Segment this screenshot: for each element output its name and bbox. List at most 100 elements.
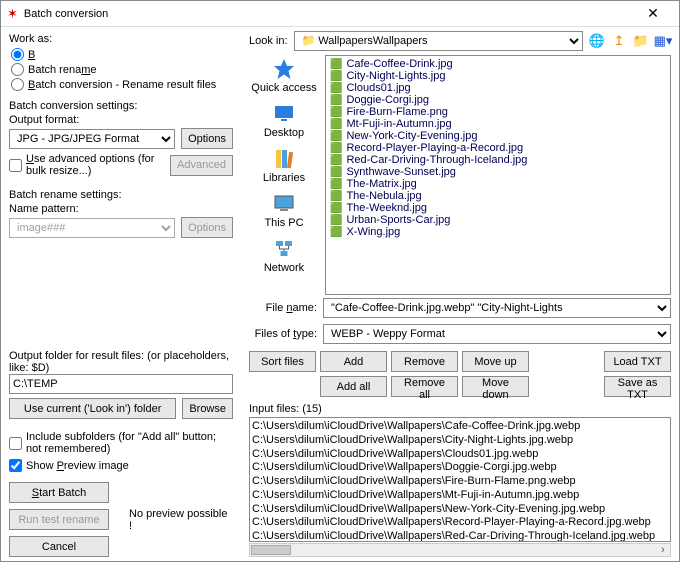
filetype-label: Files of type: [249,328,317,340]
radio-batch-rename[interactable] [11,63,24,76]
move-up-button[interactable]: Move up [462,351,529,372]
output-folder-label: Output folder for result files: (or plac… [9,350,233,374]
radio-batch-conv-rename[interactable] [11,78,24,91]
radio-batch-conversion[interactable] [11,48,24,61]
remove-button[interactable]: Remove [391,351,458,372]
bcs-label: Batch conversion settings: [9,100,233,112]
run-test-button[interactable]: Run test rename [9,509,109,530]
file-item[interactable]: 🟩The-Weeknd.jpg [328,202,668,214]
file-name: Record-Player-Playing-a-Record.jpg [346,142,523,154]
file-name: Red-Car-Driving-Through-Iceland.jpg [346,154,527,166]
file-name: Mt-Fuji-in-Autumn.jpg [346,118,451,130]
image-file-icon: 🟩 [330,191,342,202]
up-icon[interactable]: ↥ [611,33,627,49]
image-file-icon: 🟩 [330,227,342,238]
move-down-button[interactable]: Move down [462,376,529,397]
input-file-path[interactable]: C:\Users\dilum\iCloudDrive\Wallpapers\Do… [252,461,668,475]
file-name: The-Matrix.jpg [346,178,416,190]
browse-output-button[interactable]: Browse [182,398,233,419]
input-file-path[interactable]: C:\Users\dilum\iCloudDrive\Wallpapers\Ca… [252,420,668,434]
file-name: The-Weeknd.jpg [346,202,427,214]
file-item[interactable]: 🟩New-York-City-Evening.jpg [328,130,668,142]
image-file-icon: 🟩 [330,179,342,190]
place-quick-access[interactable]: Quick access [251,57,316,94]
view-menu-icon[interactable]: ▦▾ [655,33,671,49]
image-file-icon: 🟩 [330,71,342,82]
filename-label: File name: [249,302,317,314]
file-item[interactable]: 🟩 The-Nebula.jpg [328,190,668,202]
input-file-path[interactable]: C:\Users\dilum\iCloudDrive\Wallpapers\Re… [252,516,668,530]
add-all-button[interactable]: Add all [320,376,387,397]
titlebar: ✶ Batch conversion ✕ [1,1,679,27]
adv-options-label: Use advanced options (for bulk resize...… [26,153,164,177]
include-subfolders-check[interactable] [9,437,22,450]
file-item[interactable]: 🟩Clouds01.jpg [328,82,668,94]
file-name: The-Nebula.jpg [346,190,421,202]
show-preview-label: Show Preview image [26,460,129,472]
new-folder-icon[interactable]: 📁 [633,33,649,49]
window-title: Batch conversion [24,8,633,20]
advanced-button[interactable]: Advanced [170,155,233,176]
filename-input[interactable]: "Cafe-Coffee-Drink.jpg.webp" "City-Night… [323,298,671,318]
file-name: Fire-Burn-Flame.png [346,106,447,118]
add-button[interactable]: Add [320,351,387,372]
file-name: Urban-Sports-Car.jpg [346,214,450,226]
cancel-button[interactable]: Cancel [9,536,109,557]
file-item[interactable]: 🟩Doggie-Corgi.jpg [328,94,668,106]
place-network[interactable]: Network [264,237,304,274]
image-file-icon: 🟩 [330,107,342,118]
file-item[interactable]: 🟩Mt-Fuji-in-Autumn.jpg [328,118,668,130]
file-item[interactable]: 🟩Cafe-Coffee-Drink.jpg [328,58,668,70]
app-icon: ✶ [7,6,18,22]
output-folder-input[interactable] [9,374,233,394]
input-file-path[interactable]: C:\Users\dilum\iCloudDrive\Wallpapers\Mt… [252,489,668,503]
output-format-label: Output format: [9,114,233,126]
sort-files-button[interactable]: Sort files [249,351,316,372]
close-icon[interactable]: ✕ [633,5,673,22]
file-item[interactable]: 🟩 X-Wing.jpg [328,226,668,238]
place-libraries[interactable]: Libraries [263,147,305,184]
filetype-select[interactable]: WEBP - Weppy Format [323,324,671,344]
input-file-path[interactable]: C:\Users\dilum\iCloudDrive\Wallpapers\Ne… [252,503,668,517]
horizontal-scrollbar[interactable]: ‹› [249,543,671,557]
input-file-path[interactable]: C:\Users\dilum\iCloudDrive\Wallpapers\Cl… [252,448,668,462]
adv-options-check[interactable] [9,159,22,172]
file-item[interactable]: 🟩 Red-Car-Driving-Through-Iceland.jpg [328,154,668,166]
image-file-icon: 🟩 [330,131,342,142]
work-as-label: Work as: [9,33,233,45]
input-files-list[interactable]: C:\Users\dilum\iCloudDrive\Wallpapers\Ca… [249,417,671,542]
back-icon[interactable]: 🌐 [589,33,605,49]
radio-label: B [28,49,35,61]
lookin-select[interactable]: 📁 WallpapersWallpapers [294,31,583,51]
show-preview-check[interactable] [9,459,22,472]
remove-all-button[interactable]: Remove all [391,376,458,397]
file-list[interactable]: 🟩Cafe-Coffee-Drink.jpg🟩City-Night-Lights… [325,55,671,295]
image-file-icon: 🟩 [330,155,342,166]
file-name: Cafe-Coffee-Drink.jpg [346,58,452,70]
save-txt-button[interactable]: Save as TXT [604,376,671,397]
place-this-pc[interactable]: This PC [264,192,303,229]
place-desktop[interactable]: Desktop [264,102,304,139]
load-txt-button[interactable]: Load TXT [604,351,671,372]
image-file-icon: 🟩 [330,83,342,94]
file-item[interactable]: 🟩Synthwave-Sunset.jpg [328,166,668,178]
include-subfolders-label: Include subfolders (for "Add all" button… [26,431,233,455]
file-item[interactable]: 🟩 The-Matrix.jpg [328,178,668,190]
use-current-folder-button[interactable]: Use current ('Look in') folder [9,398,176,419]
file-name: City-Night-Lights.jpg [346,70,445,82]
brs-options-button[interactable]: Options [181,217,233,238]
output-format-select[interactable]: JPG - JPG/JPEG Format [9,129,175,149]
file-item[interactable]: 🟩 Fire-Burn-Flame.png [328,106,668,118]
name-pattern-select[interactable]: image### [9,218,175,238]
input-file-path[interactable]: C:\Users\dilum\iCloudDrive\Wallpapers\Fi… [252,475,668,489]
image-file-icon: 🟩 [330,95,342,106]
file-item[interactable]: 🟩Urban-Sports-Car.jpg [328,214,668,226]
input-file-path[interactable]: C:\Users\dilum\iCloudDrive\Wallpapers\Re… [252,530,668,542]
input-file-path[interactable]: C:\Users\dilum\iCloudDrive\Wallpapers\Ci… [252,434,668,448]
file-item[interactable]: 🟩Record-Player-Playing-a-Record.jpg [328,142,668,154]
file-name: X-Wing.jpg [346,226,400,238]
bcs-options-button[interactable]: Options [181,128,233,149]
radio-label: Batch conversion - Rename result files [28,79,216,91]
start-batch-button[interactable]: Start Batch [9,482,109,503]
file-item[interactable]: 🟩 City-Night-Lights.jpg [328,70,668,82]
